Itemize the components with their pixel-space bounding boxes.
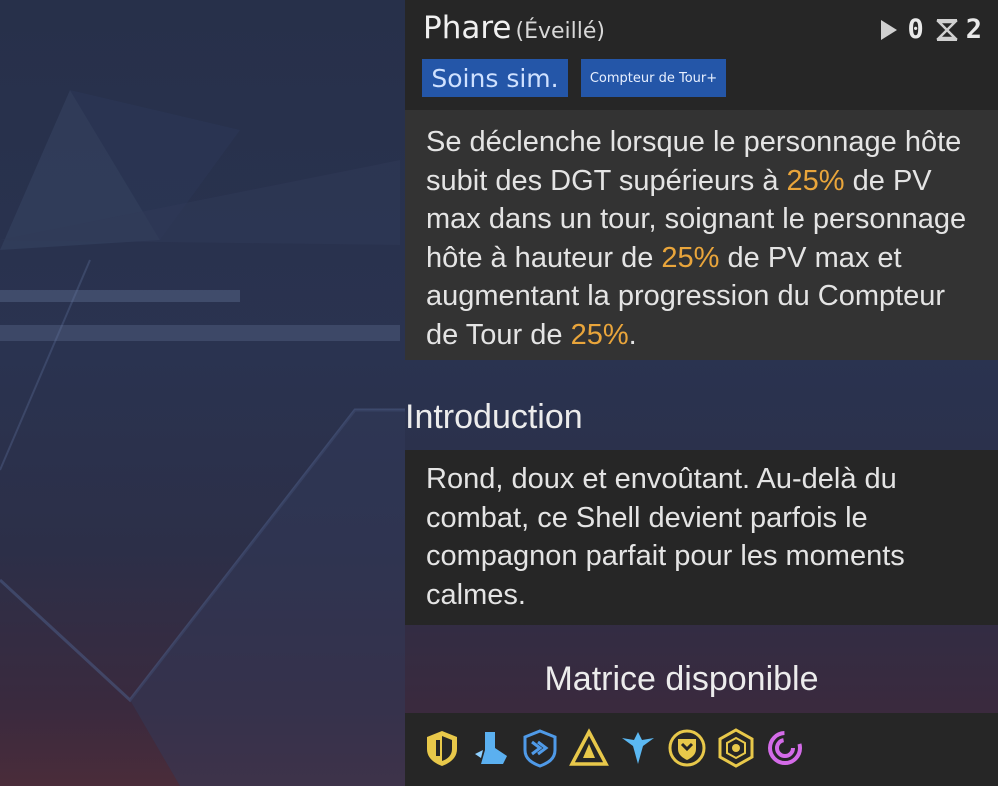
hourglass-icon — [935, 18, 958, 41]
highlight-value: 25% — [661, 241, 720, 274]
yellow-crest-icon[interactable] — [667, 728, 707, 768]
yellow-shield-icon[interactable] — [422, 728, 462, 768]
play-icon — [881, 19, 898, 40]
skill-title-row: Phare (Éveillé) — [423, 10, 605, 50]
skill-description: Se déclenche lorsque le personnage hôte … — [426, 123, 968, 354]
trigger-count: 0 — [879, 14, 924, 45]
blue-emblem-icon[interactable] — [520, 728, 560, 768]
yellow-hex-icon[interactable] — [716, 728, 756, 768]
matrix-icon-list — [422, 728, 805, 768]
cooldown: 2 — [935, 14, 982, 45]
cooldown-value: 2 — [965, 14, 982, 45]
introduction-box: Rond, doux et envoûtant. Au-delà du comb… — [405, 450, 998, 625]
skill-title: Phare — [423, 10, 512, 46]
skill-subtitle: (Éveillé) — [515, 19, 605, 44]
skill-tags: Soins sim. Compteur de Tour+ — [422, 59, 726, 97]
description-segment: . — [628, 318, 637, 351]
introduction-text: Rond, doux et envoûtant. Au-delà du comb… — [426, 463, 905, 611]
highlight-value: 25% — [786, 164, 845, 197]
tag-turn-counter: Compteur de Tour+ — [581, 59, 726, 97]
highlight-value: 25% — [570, 318, 629, 351]
introduction-heading: Introduction — [405, 398, 583, 436]
yellow-triangle-icon[interactable] — [569, 728, 609, 768]
skill-header: Phare (Éveillé) 0 2 Soins sim. Compteur … — [405, 0, 998, 110]
purple-swirl-icon[interactable] — [765, 728, 805, 768]
skill-description-box: Se déclenche lorsque le personnage hôte … — [405, 110, 998, 360]
skill-stats: 0 2 — [879, 14, 982, 45]
matrix-box — [405, 713, 998, 786]
tag-sim-heal: Soins sim. — [422, 59, 568, 97]
blue-boot-icon[interactable] — [471, 728, 511, 768]
trigger-count-value: 0 — [907, 14, 924, 45]
matrix-heading: Matrice disponible — [544, 660, 819, 698]
blue-wing-icon[interactable] — [618, 728, 658, 768]
